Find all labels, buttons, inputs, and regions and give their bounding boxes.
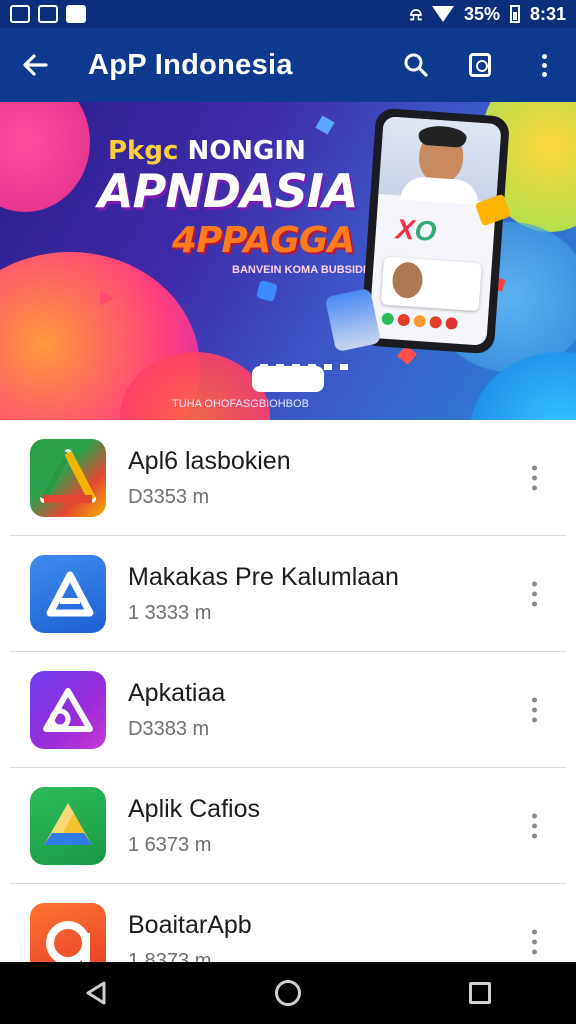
system-nav-bar xyxy=(0,962,576,1024)
banner-footer: TUHA OHOFASGBIOHBOB xyxy=(172,398,309,410)
banner-headline: APNDASIA xyxy=(98,164,358,218)
battery-icon xyxy=(509,5,520,23)
triangle-link-icon xyxy=(30,670,106,749)
more-vert-icon[interactable] xyxy=(524,459,544,496)
search-button[interactable] xyxy=(384,28,448,102)
g-letter-icon xyxy=(30,903,106,962)
app-name: Aplik Cafios xyxy=(128,794,260,823)
nav-recents-button[interactable] xyxy=(450,963,510,1023)
nav-back-button[interactable] xyxy=(66,963,126,1023)
app-bar: ApP Indonesia xyxy=(0,28,576,102)
back-icon xyxy=(86,981,106,1005)
page-title: ApP Indonesia xyxy=(88,48,293,81)
status-bar: ⍾ 35% 8:31 xyxy=(0,0,576,28)
app-size: D3353 m xyxy=(128,485,210,508)
vibrate-icon: ⍾ xyxy=(410,3,422,24)
more-vert-icon[interactable] xyxy=(524,691,544,728)
banner-tagline: BANVEIN KOMA BUBSIDN xyxy=(232,264,371,276)
screen-button[interactable] xyxy=(448,28,512,102)
banner-subheadline: 4PPAGGA xyxy=(172,220,355,261)
search-icon xyxy=(404,53,428,77)
list-item[interactable]: Apkatiaa D3383 m xyxy=(10,652,566,768)
app-size: 1 3333 m xyxy=(128,601,212,624)
system-indicators: ⍾ 35% 8:31 xyxy=(410,4,566,25)
screen-icon xyxy=(469,53,491,77)
list-item[interactable]: Aplik Cafios 1 6373 m xyxy=(10,768,566,884)
promo-banner[interactable]: Pkgc NONGIN APNDASIA 4PPAGGA BANVEIN KOM… xyxy=(0,102,576,420)
wifi-icon xyxy=(431,6,454,22)
cube-decoration-icon xyxy=(315,115,335,135)
more-vert-icon xyxy=(541,53,547,77)
image-icon xyxy=(66,5,86,23)
more-vert-icon[interactable] xyxy=(524,575,544,612)
app-list: Apl6 lasbokien D3353 m Makakas Pre Kalum… xyxy=(0,420,576,962)
arrow-left-icon xyxy=(23,54,48,76)
app-size: 1 6373 m xyxy=(128,833,212,856)
delta-a-icon xyxy=(30,554,106,633)
notification-icon xyxy=(10,5,30,23)
triangle-decoration-icon xyxy=(100,290,114,306)
clock: 8:31 xyxy=(529,3,566,24)
back-button[interactable] xyxy=(0,28,70,102)
notification-icons xyxy=(10,5,86,23)
list-item[interactable]: Makakas Pre Kalumlaan 1 3333 m xyxy=(10,536,566,652)
phone-illustration: XO xyxy=(359,107,511,355)
more-vert-icon[interactable] xyxy=(524,924,544,961)
app-name: Makakas Pre Kalumlaan xyxy=(128,562,399,591)
carousel-indicator xyxy=(260,364,348,370)
list-item[interactable]: Apl6 lasbokien D3353 m xyxy=(10,420,566,536)
app-name: Apkatiaa xyxy=(128,678,226,707)
recents-icon xyxy=(469,982,491,1004)
banner-line-1: Pkgc NONGIN xyxy=(108,136,306,166)
more-vert-icon[interactable] xyxy=(524,807,544,844)
google-drive-like-icon xyxy=(30,438,106,517)
nav-home-button[interactable] xyxy=(258,963,318,1023)
cube-decoration-icon xyxy=(255,279,279,303)
app-size: D3383 m xyxy=(128,717,210,740)
drive-triangle-icon xyxy=(30,786,106,865)
app-name: Apl6 lasbokien xyxy=(128,446,291,475)
app-size: 1 8373 m xyxy=(128,950,212,962)
home-icon xyxy=(275,980,301,1006)
battery-percent: 35% xyxy=(463,3,500,24)
list-item[interactable]: BoaitarApb 1 8373 m xyxy=(10,884,566,962)
app-name: BoaitarApb xyxy=(128,911,252,939)
more-options-button[interactable] xyxy=(512,28,576,102)
sim-icon xyxy=(38,5,58,23)
